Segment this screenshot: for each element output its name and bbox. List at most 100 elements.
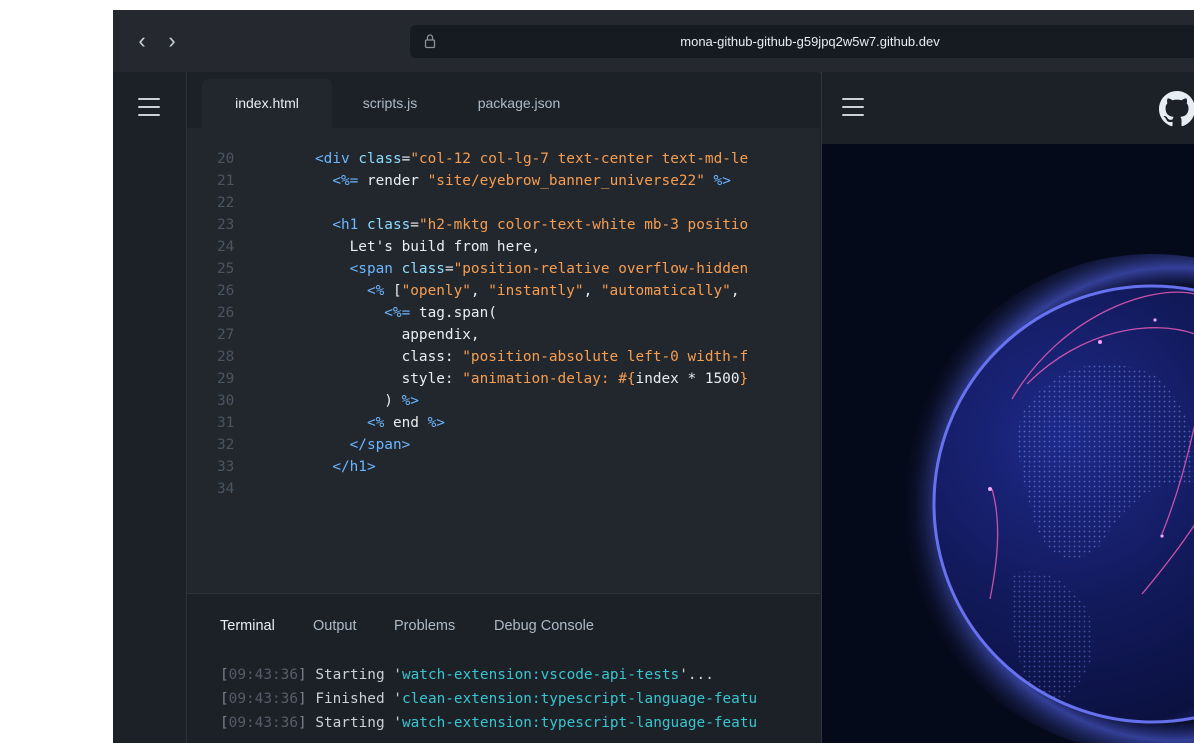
- code-line[interactable]: 29 style: "animation-delay: #{index * 150…: [187, 368, 820, 390]
- line-number: 26: [217, 305, 235, 321]
- terminal-task: watch-extension:vscode-api-tests: [401, 667, 680, 683]
- terminal-verb: Starting ': [315, 715, 402, 731]
- code-line[interactable]: 23 <h1 class="h2-mktg color-text-white mb…: [187, 214, 820, 236]
- line-number: 31: [217, 415, 235, 431]
- code-token: appendix,: [401, 327, 480, 343]
- tab-output[interactable]: Output: [313, 618, 357, 634]
- code-token: render: [358, 173, 428, 189]
- address-bar[interactable]: mona-github-github-g59jpq2w5w7.github.de…: [410, 25, 1194, 58]
- tab-debug-console[interactable]: Debug Console: [494, 618, 594, 634]
- code-token: Let's build from here,: [349, 239, 541, 255]
- code-token: "site/eyebrow_banner_universe22": [427, 173, 705, 189]
- code-token: <h1: [332, 217, 367, 233]
- browser-window: ‹ › mona-github-github-g59jpq2w5w7.githu…: [113, 10, 1194, 743]
- chevron-left-icon[interactable]: ‹: [131, 28, 153, 54]
- code-token: "h2-mktg color-text-white mb-3 positio: [418, 217, 749, 233]
- terminal-line: [09:43:36] Starting 'watch-extension:vsc…: [220, 664, 714, 686]
- code-line[interactable]: 26 <%= tag.span(: [187, 302, 820, 324]
- code-line[interactable]: 21 <%= render "site/eyebrow_banner_univer…: [187, 170, 820, 192]
- code-token: <%=: [332, 173, 359, 189]
- code-line[interactable]: 28 class: "position-absolute left-0 width…: [187, 346, 820, 368]
- code-line[interactable]: 31 <% end %>: [187, 412, 820, 434]
- github-logo-icon[interactable]: [1159, 91, 1194, 127]
- tab-terminal[interactable]: Terminal: [220, 618, 275, 634]
- code-line[interactable]: 25 <span class="position-relative overflo…: [187, 258, 820, 280]
- terminal-punct: ]: [297, 667, 316, 683]
- code-line[interactable]: 32 </span>: [187, 434, 820, 456]
- code-token: <span: [349, 261, 402, 277]
- terminal-punct: ]: [297, 715, 316, 731]
- preview-header: [822, 72, 1194, 145]
- line-number: 25: [217, 261, 235, 277]
- code-text: ) %>: [384, 390, 419, 412]
- terminal-punct: [: [220, 667, 229, 683]
- line-number: 21: [217, 173, 235, 189]
- tab-package-json[interactable]: package.json: [459, 79, 579, 128]
- code-area[interactable]: 20 <div class="col-12 col-lg-7 text-cente…: [187, 148, 820, 588]
- line-number: 32: [217, 437, 235, 453]
- code-line[interactable]: 26 <% ["openly", "instantly", "automatica…: [187, 280, 820, 302]
- line-number: 27: [217, 327, 235, 343]
- code-text: <span class="position-relative overflow-…: [350, 258, 749, 280]
- globe-hero: [822, 144, 1194, 743]
- code-token: "position-relative overflow-hidden: [453, 261, 749, 277]
- terminal-suffix: '...: [679, 667, 714, 683]
- code-token: end: [384, 415, 428, 431]
- line-number: 23: [217, 217, 235, 233]
- code-token: %>: [401, 393, 419, 409]
- code-token: "openly": [401, 283, 471, 299]
- tab-scripts-js[interactable]: scripts.js: [345, 79, 435, 128]
- chevron-right-icon[interactable]: ›: [161, 28, 183, 54]
- code-token: ): [384, 393, 402, 409]
- code-token: =: [410, 217, 419, 233]
- line-number: 24: [217, 239, 235, 255]
- line-number: 20: [217, 151, 235, 167]
- code-token: <%=: [384, 305, 411, 321]
- code-token: "instantly": [488, 283, 584, 299]
- code-token: <%: [366, 415, 385, 431]
- terminal-punct: ]: [297, 691, 316, 707]
- activity-bar: [113, 72, 187, 743]
- code-text: <h1 class="h2-mktg color-text-white mb-3…: [332, 214, 748, 236]
- terminal-verb: Finished ': [315, 691, 402, 707]
- bottom-panel: Terminal Output Problems Debug Console […: [187, 593, 820, 743]
- hamburger-menu-icon[interactable]: [842, 98, 864, 122]
- code-token: "position-absolute left-0 width-f: [462, 349, 749, 365]
- code-line[interactable]: 33 </h1>: [187, 456, 820, 478]
- code-line[interactable]: 30) %>: [187, 390, 820, 412]
- code-token: ,: [583, 283, 601, 299]
- code-token: %>: [713, 173, 731, 189]
- code-token: ,: [730, 283, 740, 299]
- code-text: appendix,: [402, 324, 480, 346]
- code-token: <%: [366, 283, 385, 299]
- code-token: class:: [401, 349, 463, 365]
- code-text: <%= render "site/eyebrow_banner_universe…: [332, 170, 731, 192]
- code-token: tag.span(: [410, 305, 497, 321]
- browser-toolbar: ‹ › mona-github-github-g59jpq2w5w7.githu…: [113, 10, 1194, 73]
- preview-pane: [821, 72, 1194, 743]
- code-line[interactable]: 24 Let's build from here,: [187, 236, 820, 258]
- tab-problems[interactable]: Problems: [394, 618, 455, 634]
- tab-index-html[interactable]: index.html: [202, 79, 332, 128]
- terminal-task: clean-extension:typescript-language-feat…: [401, 691, 758, 707]
- code-line[interactable]: 20 <div class="col-12 col-lg-7 text-cente…: [187, 148, 820, 170]
- terminal-task: watch-extension:typescript-language-feat…: [401, 715, 758, 731]
- code-text: style: "animation-delay: #{index * 1500}: [402, 368, 749, 390]
- line-number: 29: [217, 371, 235, 387]
- code-line[interactable]: 34: [187, 478, 820, 500]
- code-token: index * 1500: [635, 371, 740, 387]
- line-number: 33: [217, 459, 235, 475]
- code-text: class: "position-absolute left-0 width-f: [402, 346, 749, 368]
- lock-icon: [424, 34, 436, 49]
- code-token: }: [739, 371, 749, 387]
- code-line[interactable]: 27 appendix,: [187, 324, 820, 346]
- url-text: mona-github-github-g59jpq2w5w7.github.de…: [680, 34, 940, 49]
- code-token: [: [384, 283, 402, 299]
- code-token: <div: [315, 151, 359, 167]
- code-line[interactable]: 22: [187, 192, 820, 214]
- code-token: style:: [401, 371, 463, 387]
- terminal-verb: Starting ': [315, 667, 402, 683]
- code-token: class: [366, 217, 411, 233]
- hamburger-menu-icon[interactable]: [138, 98, 160, 122]
